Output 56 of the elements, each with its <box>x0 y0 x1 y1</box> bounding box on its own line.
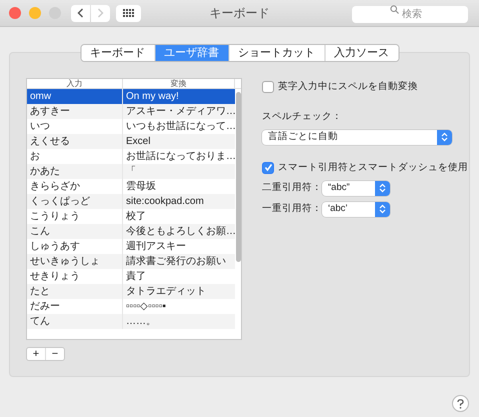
table-cell-text: いつもお世話になって… <box>125 120 235 134</box>
table-cell-text: お世話になっておりま… <box>125 150 235 164</box>
table-cell-text: Excel <box>125 135 152 149</box>
table-row[interactable]: omw On my way! <box>27 89 235 104</box>
table-row[interactable]: かあた 「 <box>27 164 235 179</box>
help-icon[interactable] <box>452 395 469 412</box>
tab[interactable]: 入力ソース <box>324 45 398 61</box>
table-cell-text: 責了 <box>125 270 147 284</box>
stepper-icon <box>437 130 452 144</box>
table-row[interactable]: てん ……。 <box>27 314 235 329</box>
table-row[interactable]: えくせる Excel <box>27 134 235 149</box>
search-field[interactable]: 検索 <box>352 6 468 23</box>
table-cell-text: 請求書ご発行のお願い <box>125 254 227 269</box>
checkbox-label: 英字入力中にスペルを自動変換 <box>278 80 418 94</box>
select-value: ‘abc’ <box>327 202 349 216</box>
stepper-icon <box>375 180 390 196</box>
table-cell-text: 校了 <box>125 210 147 224</box>
table-row[interactable]: せいきゅうしょ 請求書ご発行のお願い <box>27 254 235 269</box>
table-cell-text: ……。 <box>125 315 157 329</box>
table-cell-text: タトラエディット <box>125 285 207 299</box>
table-row[interactable]: くっくぱっど site:cookpad.com <box>27 194 235 209</box>
table-row[interactable]: あすきー アスキー・メディアワ… <box>27 104 235 119</box>
quote-label: 一重引用符： <box>262 202 322 216</box>
close-icon[interactable] <box>9 7 21 19</box>
search-icon <box>390 5 399 14</box>
table-cell-text: 週刊アスキー <box>125 240 187 254</box>
grid-icon[interactable] <box>116 4 141 22</box>
spell-check-label: スペルチェック： <box>262 110 343 124</box>
window-title: キーボード <box>210 5 270 22</box>
quote-label: 二重引用符： <box>262 181 322 196</box>
table-cell: てん <box>27 314 123 329</box>
remove-button[interactable]: − <box>45 348 64 360</box>
table-row[interactable]: たと タトラエディット <box>27 284 235 299</box>
table-cell-text: 「 <box>125 164 137 179</box>
table-cell-text: 今後ともよろしくお願… <box>125 225 235 239</box>
spell-check-select[interactable]: 言語ごとに自動 <box>262 130 452 144</box>
checkbox-label: スマート引用符とスマートダッシュを使用 <box>278 160 468 174</box>
select-value: 言語ごとに自動 <box>267 130 339 144</box>
table-cell-text: site:cookpad.com <box>125 195 205 209</box>
table-cell-text: 雲母坂 <box>125 180 157 194</box>
stepper-icon <box>375 202 390 217</box>
select-value: “abc” <box>327 181 351 196</box>
column-header[interactable]: 変換 <box>123 79 235 88</box>
table-cell-text: ▫▫▫▫◇▫▫▫▫▪ <box>125 300 167 314</box>
back-icon[interactable] <box>71 4 90 22</box>
quote-select[interactable]: ‘abc’ <box>322 202 390 217</box>
column-header[interactable]: 入力 <box>27 79 123 88</box>
add-button[interactable]: + <box>27 348 45 360</box>
table-cell-text: アスキー・メディアワ… <box>125 105 235 119</box>
checkbox[interactable] <box>262 81 274 94</box>
table-cell-text: On my way! <box>125 90 180 104</box>
scrollbar[interactable] <box>236 92 240 262</box>
minimize-icon[interactable] <box>29 7 41 19</box>
checkbox[interactable] <box>262 162 274 174</box>
quote-select[interactable]: “abc” <box>322 180 390 196</box>
table-row[interactable]: こん 今後ともよろしくお願… <box>27 224 235 239</box>
